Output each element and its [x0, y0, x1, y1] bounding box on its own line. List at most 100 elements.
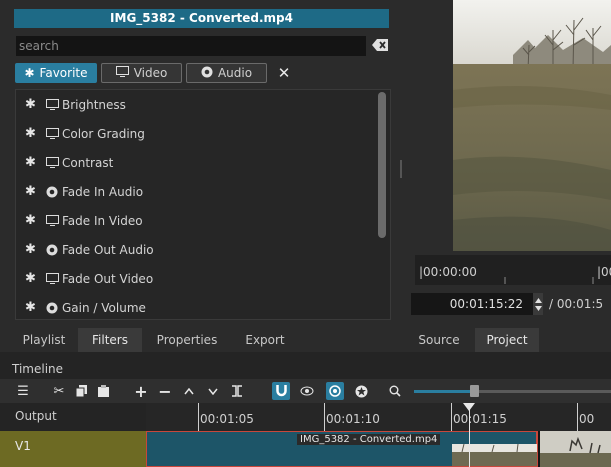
list-item[interactable]: ✱ Brightness	[16, 90, 376, 119]
tick-mark	[324, 403, 325, 431]
filter-label: Fade Out Audio	[62, 242, 154, 257]
track-label: V1	[15, 439, 31, 453]
player-ruler[interactable]: |00:00:00 |00	[415, 255, 611, 285]
timeline-title: Timeline	[12, 362, 64, 376]
timeline-ruler[interactable]: 00:01:05 00:01:10 00:01:15 00	[146, 403, 611, 431]
paste-icon[interactable]	[94, 382, 112, 400]
list-item[interactable]: ✱ Fade Out Video	[16, 264, 376, 293]
star-icon[interactable]: ✱	[24, 184, 37, 199]
scrub-icon[interactable]	[298, 382, 316, 400]
speaker-icon	[201, 66, 213, 81]
panel-tabs: Playlist Filters Properties Export	[0, 328, 397, 352]
list-item[interactable]: ✱ Fade In Audio	[16, 177, 376, 206]
tab-video-label: Video	[133, 66, 168, 80]
tab-video[interactable]: Video	[101, 63, 182, 83]
zoom-out-icon[interactable]	[386, 382, 404, 400]
ripple-icon[interactable]	[326, 382, 344, 400]
clip-thumbnail	[452, 444, 537, 466]
tab-favorite-label: Favorite	[39, 66, 88, 80]
timeline-clip[interactable]: IMG_5382 - Converted.mp4	[146, 431, 538, 467]
tick-label: 00:01:10	[326, 412, 380, 426]
player-panel: |00:00:00 |00 00:01:15:22 / 00:01:5 Sour…	[397, 0, 611, 352]
zoom-slider-track[interactable]	[414, 390, 611, 393]
zoom-slider-handle[interactable]	[470, 385, 479, 397]
tab-audio-label: Audio	[217, 66, 253, 80]
timecode-field[interactable]: 00:01:15:22	[411, 293, 533, 315]
monitor-icon	[45, 157, 59, 169]
tick-label: 00	[579, 412, 595, 426]
filter-target-title: IMG_5382 - Converted.mp4	[14, 9, 389, 28]
timecode-stepper[interactable]	[533, 293, 543, 315]
monitor-icon	[45, 273, 59, 285]
close-icon[interactable]: ✕	[275, 65, 293, 81]
clear-search-icon[interactable]	[372, 39, 388, 51]
lift-icon[interactable]	[180, 382, 198, 400]
timeline-panel: Timeline ☰ ✂ + − Output 00:01:05 00:01:1…	[0, 352, 611, 467]
list-item[interactable]: ✱ Contrast	[16, 148, 376, 177]
filter-label: Contrast	[62, 155, 114, 170]
tab-filters[interactable]: Filters	[78, 328, 142, 352]
filter-label: Fade In Video	[62, 213, 143, 228]
list-scrollbar[interactable]	[378, 92, 386, 238]
ripple-all-icon[interactable]	[352, 382, 370, 400]
output-label: Output	[15, 409, 57, 423]
chevron-down-icon[interactable]	[534, 305, 542, 311]
list-item[interactable]: ✱ Color Grading	[16, 119, 376, 148]
tick-label: 00:01:15	[453, 412, 507, 426]
tick-label: 00:01:05	[200, 412, 254, 426]
monitor-icon	[45, 99, 59, 111]
monitor-icon	[115, 66, 129, 80]
star-icon[interactable]: ✱	[24, 242, 37, 257]
append-icon[interactable]: +	[132, 382, 150, 401]
filter-list[interactable]: ✱ Brightness ✱ Color Grading ✱ Contrast …	[15, 89, 391, 320]
track-header-v1[interactable]: V1	[0, 431, 146, 467]
star-icon[interactable]: ✱	[24, 155, 37, 170]
speaker-icon	[45, 302, 59, 314]
star-icon[interactable]: ✱	[24, 271, 37, 286]
menu-icon[interactable]: ☰	[14, 382, 32, 400]
search-input[interactable]	[16, 36, 366, 56]
tab-favorite[interactable]: ✱ Favorite	[15, 63, 97, 83]
tab-properties[interactable]: Properties	[144, 328, 230, 352]
duration-label: / 00:01:5	[549, 297, 604, 311]
star-icon[interactable]: ✱	[24, 300, 37, 315]
track-v1[interactable]: IMG_5382 - Converted.mp4	[146, 431, 611, 467]
tab-source[interactable]: Source	[409, 328, 469, 352]
filter-label: Brightness	[62, 97, 126, 112]
star-icon: ✱	[24, 66, 35, 80]
cut-icon[interactable]: ✂	[50, 382, 68, 400]
star-icon[interactable]: ✱	[24, 213, 37, 228]
filter-label: Fade Out Video	[62, 271, 154, 286]
list-item[interactable]: ✱ Fade Out Audio	[16, 235, 376, 264]
tab-project[interactable]: Project	[475, 328, 539, 352]
playhead[interactable]	[469, 404, 470, 467]
split-icon[interactable]	[228, 382, 246, 400]
clip-thumbnail	[540, 431, 611, 467]
list-item[interactable]: ✱ Gain / Volume	[16, 293, 376, 319]
tab-export[interactable]: Export	[234, 328, 296, 352]
tick-mark	[577, 403, 578, 431]
filter-label: Fade In Audio	[62, 184, 144, 199]
star-icon[interactable]: ✱	[24, 97, 37, 112]
speaker-icon	[45, 186, 59, 198]
monitor-icon	[45, 215, 59, 227]
zoom-slider-fill	[414, 390, 474, 393]
tick-mark	[451, 403, 452, 431]
video-preview[interactable]	[453, 0, 611, 251]
list-item[interactable]: ✱ Fade In Video	[16, 206, 376, 235]
filters-panel: IMG_5382 - Converted.mp4 ✱ Favorite Vide…	[0, 0, 397, 328]
splitter-handle[interactable]	[400, 160, 402, 178]
remove-icon[interactable]: −	[156, 382, 174, 401]
tab-playlist[interactable]: Playlist	[12, 328, 76, 352]
tick-mark	[198, 403, 199, 431]
star-icon[interactable]: ✱	[24, 126, 37, 141]
filter-label: Color Grading	[62, 126, 145, 141]
monitor-icon	[45, 128, 59, 140]
snap-icon[interactable]	[272, 382, 290, 400]
copy-icon[interactable]	[72, 382, 90, 400]
timeline-toolbar: ☰ ✂ + −	[0, 379, 611, 403]
filter-label: Gain / Volume	[62, 300, 146, 315]
chevron-up-icon[interactable]	[534, 297, 542, 303]
tab-audio[interactable]: Audio	[186, 63, 267, 83]
overwrite-icon[interactable]	[204, 382, 222, 400]
